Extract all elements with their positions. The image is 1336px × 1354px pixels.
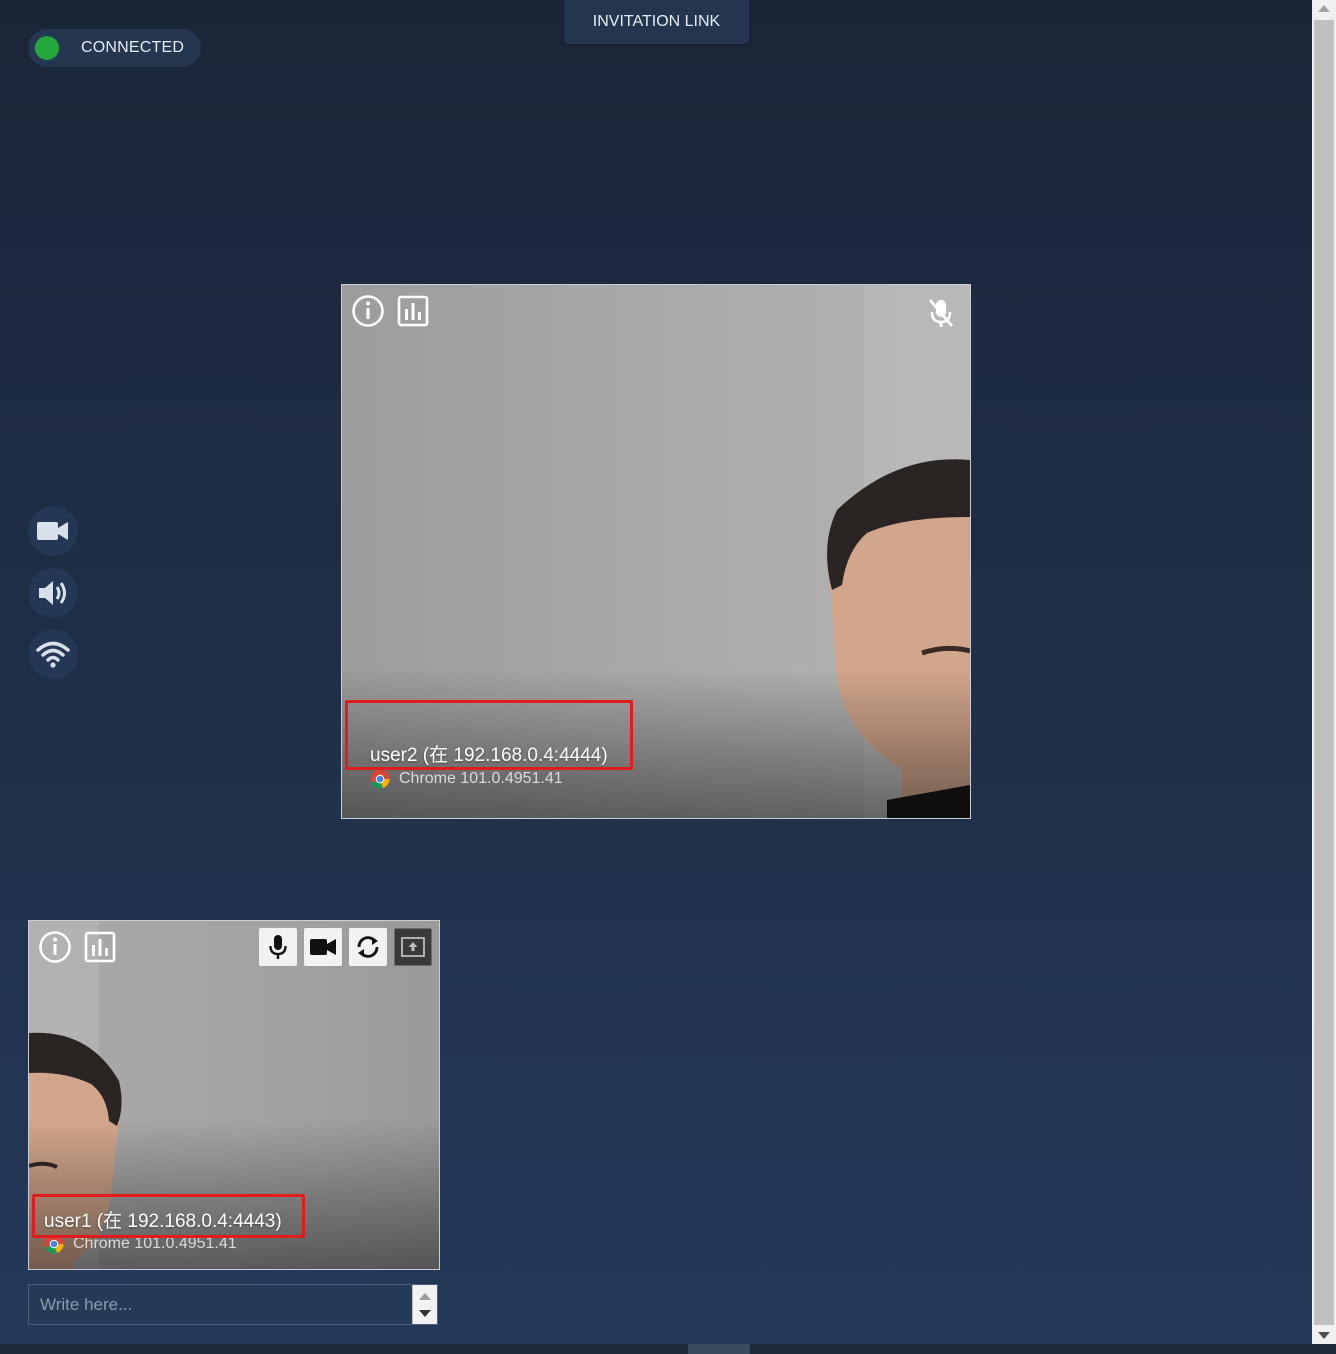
microphone-button[interactable] bbox=[259, 928, 297, 966]
speaker-toggle-button[interactable] bbox=[28, 568, 78, 618]
switch-camera-button[interactable] bbox=[349, 928, 387, 966]
chat-scroll-spinner[interactable] bbox=[412, 1285, 437, 1324]
chat-input[interactable] bbox=[29, 1285, 413, 1324]
mic-off-icon bbox=[928, 299, 954, 327]
video-camera-icon bbox=[310, 939, 336, 955]
chrome-icon bbox=[370, 769, 390, 789]
speaker-volume-icon bbox=[39, 581, 66, 605]
invitation-link-button[interactable]: INVITATION LINK bbox=[564, 0, 749, 44]
share-screen-icon bbox=[401, 937, 425, 957]
remote-browser-label: Chrome 101.0.4951.41 bbox=[399, 770, 563, 787]
remote-label-highlight bbox=[345, 700, 633, 770]
remote-browser-info: Chrome 101.0.4951.41 bbox=[370, 769, 563, 789]
wifi-icon bbox=[36, 641, 70, 668]
spin-down-arrow-icon[interactable] bbox=[419, 1310, 431, 1317]
bottom-bar-tab[interactable] bbox=[688, 1344, 750, 1354]
status-dot bbox=[35, 36, 59, 60]
stats-icon[interactable] bbox=[84, 931, 116, 963]
info-icon[interactable] bbox=[38, 930, 72, 964]
stats-icon[interactable] bbox=[397, 295, 429, 327]
bottom-bar bbox=[0, 1344, 1336, 1354]
camera-button[interactable] bbox=[304, 928, 342, 966]
video-camera-icon bbox=[37, 522, 68, 540]
info-icon[interactable] bbox=[351, 294, 385, 328]
spin-up-arrow-icon[interactable] bbox=[419, 1293, 431, 1300]
network-button[interactable] bbox=[28, 629, 78, 679]
microphone-icon bbox=[269, 935, 287, 959]
connection-status: CONNECTED bbox=[28, 29, 201, 67]
scrollbar-thumb[interactable] bbox=[1314, 20, 1334, 1325]
switch-camera-icon bbox=[357, 936, 379, 958]
share-screen-button[interactable] bbox=[394, 928, 432, 966]
scroll-down-arrow-icon[interactable] bbox=[1318, 1332, 1330, 1339]
page-scrollbar[interactable] bbox=[1312, 0, 1336, 1344]
scroll-up-arrow-icon[interactable] bbox=[1318, 5, 1330, 12]
local-label-highlight bbox=[32, 1194, 305, 1238]
camera-toggle-button[interactable] bbox=[28, 506, 78, 556]
chat-input-container bbox=[28, 1284, 438, 1325]
status-label: CONNECTED bbox=[81, 39, 185, 56]
